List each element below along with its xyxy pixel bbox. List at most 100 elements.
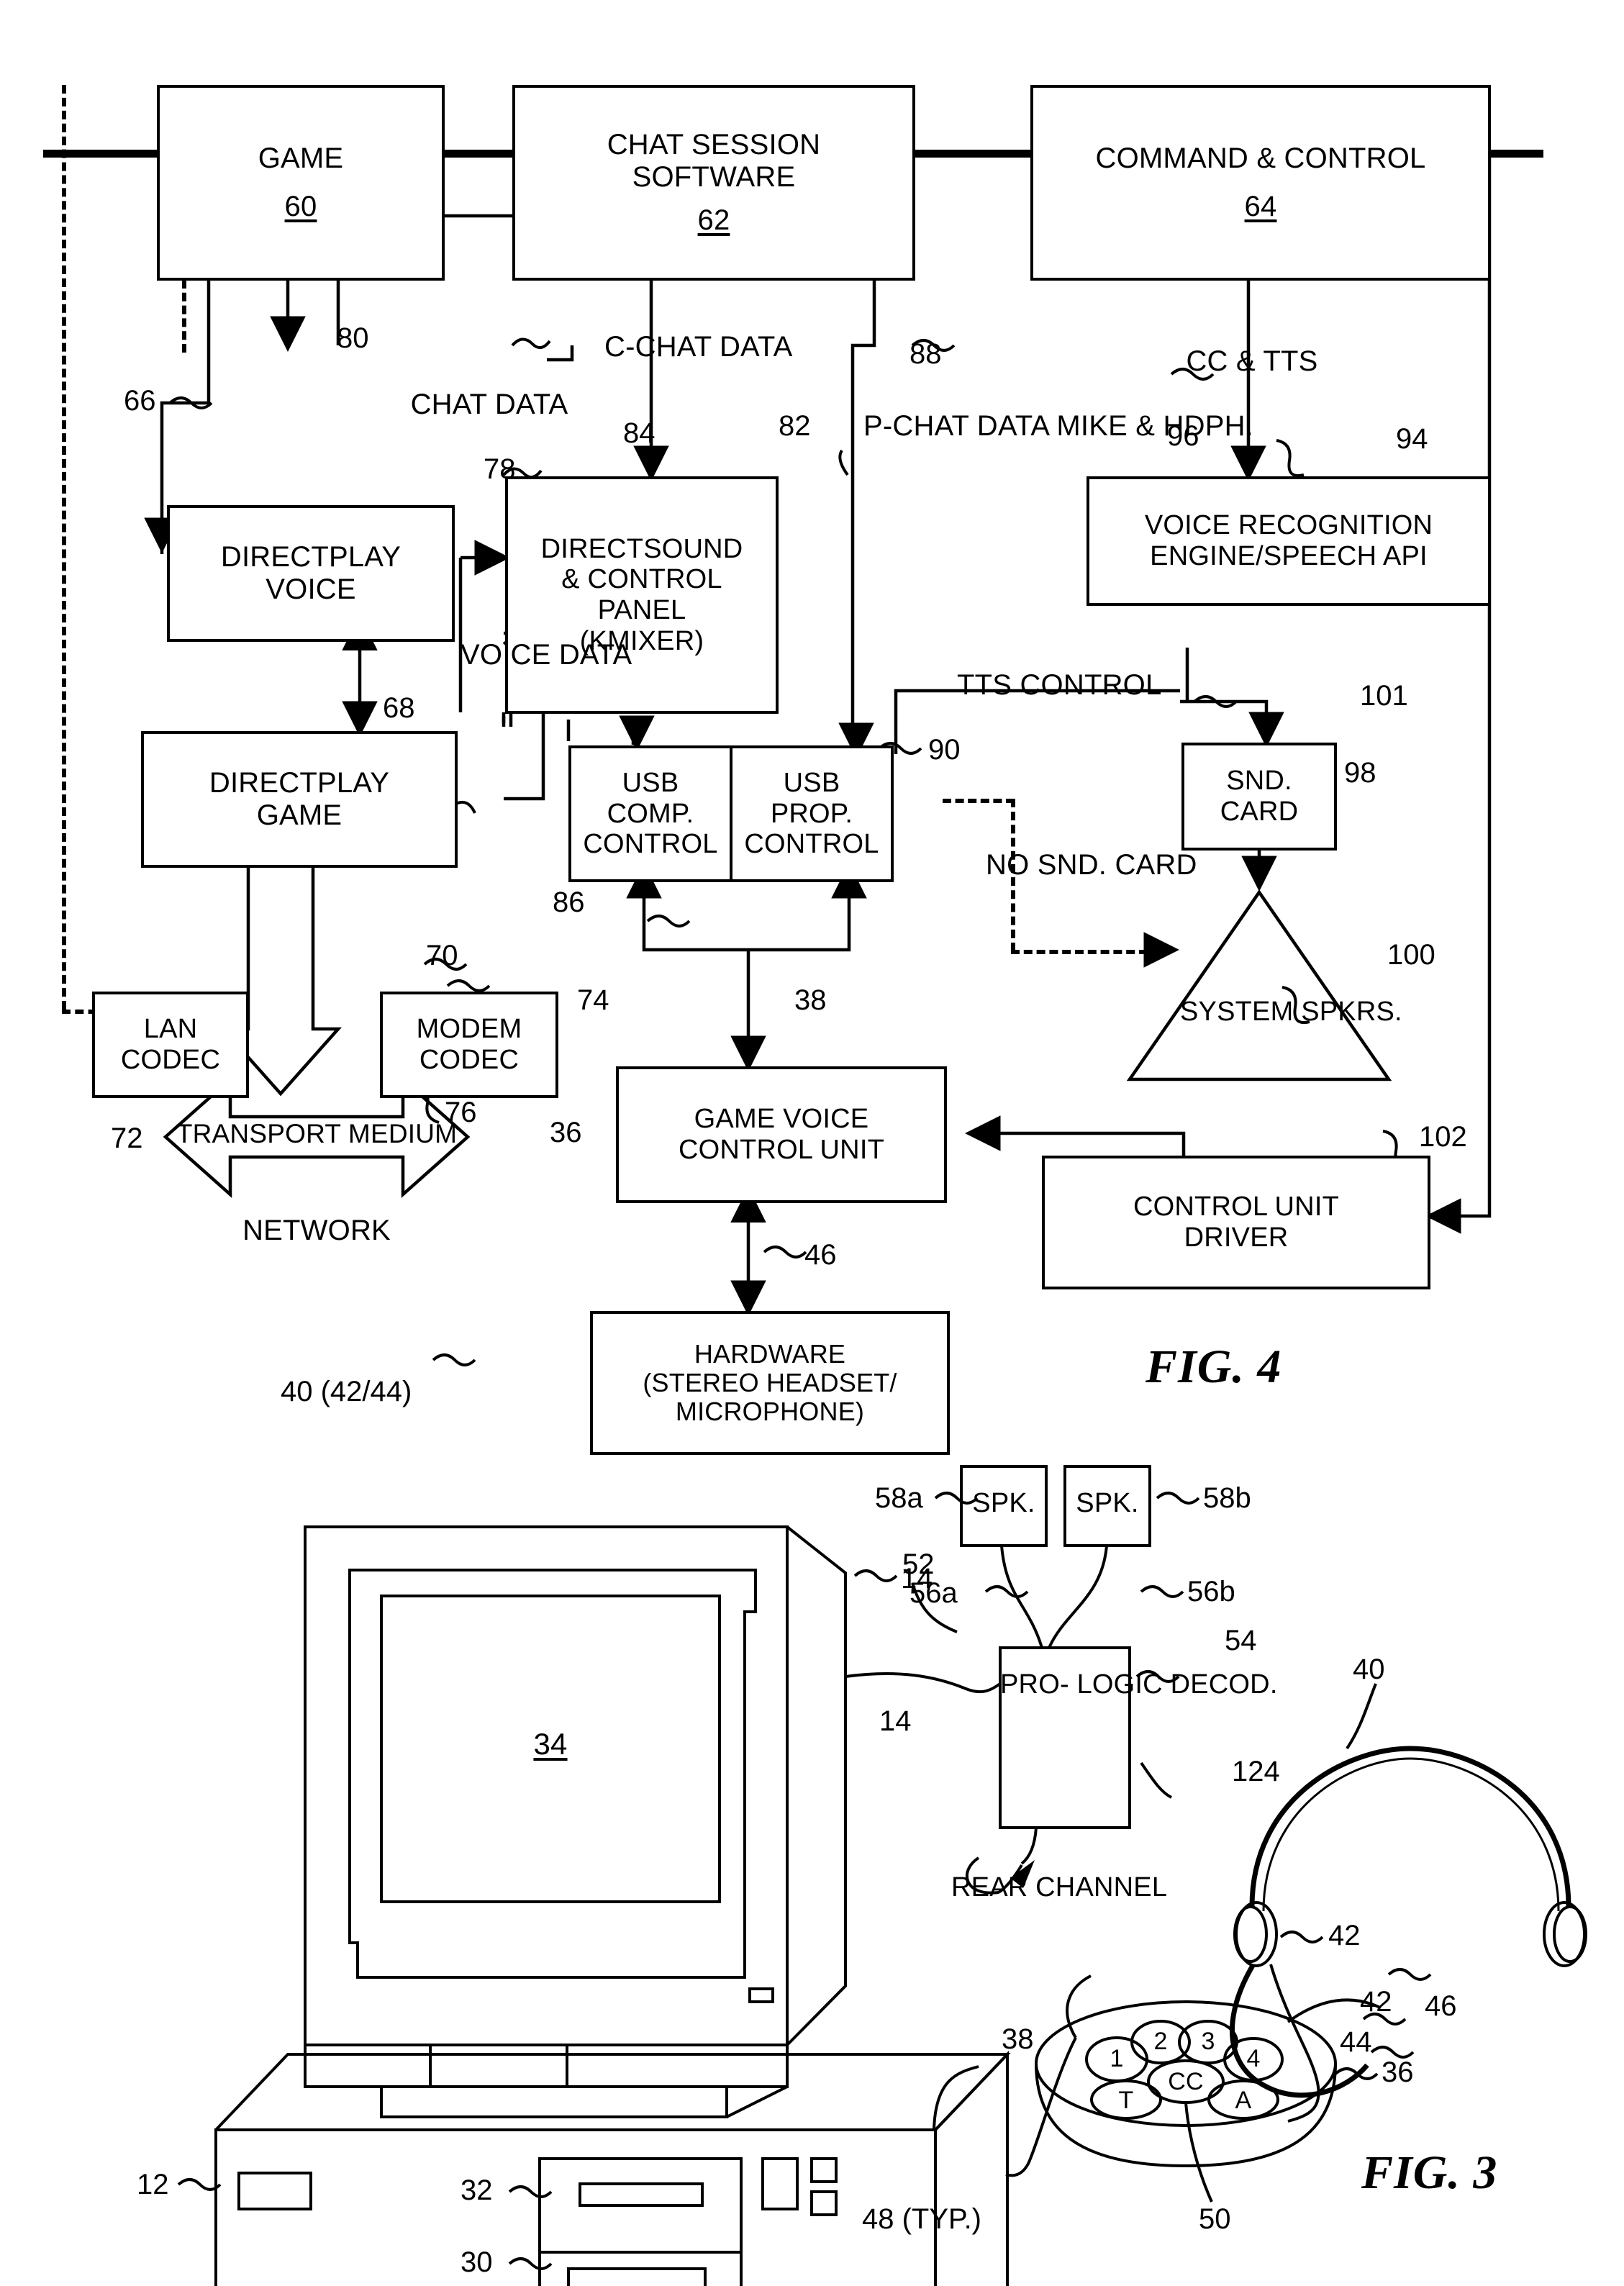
block-chat-line-1: SOFTWARE	[632, 160, 796, 193]
ref-72: 72	[111, 1122, 143, 1154]
ref-94: 94	[1396, 423, 1428, 455]
ref-80: 80	[337, 322, 369, 354]
block-usbcomp-line-2: CONTROL	[583, 829, 718, 860]
label-transport-line-0: TRANSPORT MEDIUM	[176, 1119, 458, 1148]
block-chat-line-0: CHAT SESSION	[607, 128, 821, 160]
block-speaker-left[interactable]: SPK.	[961, 1488, 1046, 1519]
block-lancodec-line-1: CODEC	[120, 1045, 221, 1075]
block-dpgame-line-1: GAME	[256, 799, 343, 831]
ref-70: 70	[426, 940, 458, 971]
block-prologic-decoder[interactable]: PRO- LOGIC DECOD.	[1000, 1669, 1277, 1700]
block-directsound-control-panel[interactable]: DIRECTSOUND & CONTROL PANEL (KMIXER)	[505, 476, 779, 714]
prologic-line-2: DECOD.	[1170, 1669, 1278, 1700]
ref-36-fig4: 36	[550, 1117, 582, 1148]
block-dsound-line-1: & CONTROL	[561, 564, 722, 595]
patent-figure-sheet: GAME 60 CHAT SESSION SOFTWARE 62 COMMAND…	[0, 0, 1624, 2286]
knob-button-2[interactable]: 2	[1146, 2028, 1175, 2055]
ref-82: 82	[779, 410, 811, 442]
block-usb-comp-control[interactable]: USB COMP. CONTROL	[568, 745, 732, 882]
block-chat-ref: 62	[697, 204, 730, 237]
ref-74: 74	[577, 984, 609, 1016]
ref-66: 66	[124, 385, 156, 417]
ref-38: 38	[794, 984, 827, 1016]
block-gvcu-line-1: CONTROL UNIT	[679, 1135, 884, 1165]
figure-3-caption: FIG. 3	[1361, 2146, 1498, 2199]
ref-42b: 42	[1360, 1986, 1392, 2018]
dashed-left-rail	[62, 85, 66, 1010]
block-dsound-line-0: DIRECTSOUND	[540, 533, 743, 564]
block-chat-session-software[interactable]: CHAT SESSION SOFTWARE 62	[512, 85, 915, 281]
ref-46-fig3: 46	[1425, 1990, 1457, 2022]
ref-76: 76	[445, 1097, 477, 1128]
label-tts-control-text: TTS CONTROL	[957, 669, 1162, 701]
block-lan-codec[interactable]: LAN CODEC	[92, 992, 249, 1098]
ref-86: 86	[553, 886, 585, 918]
block-game[interactable]: GAME 60	[157, 85, 445, 281]
ref-102: 102	[1419, 1121, 1467, 1153]
label-sysspkrs-line-1: SPKRS.	[1301, 997, 1402, 1027]
ref-88: 88	[909, 338, 942, 370]
block-vre-line-1: ENGINE/SPEECH API	[1150, 541, 1428, 571]
ref-54: 54	[1225, 1625, 1257, 1656]
block-hardware-line-0: HARDWARE	[694, 1338, 846, 1369]
ref-14: 14	[901, 1563, 933, 1595]
ref-101: 101	[1360, 680, 1408, 712]
ref-42a: 42	[1328, 1920, 1361, 1951]
knob-button-t[interactable]: T	[1112, 2087, 1140, 2114]
ref-44-fig3: 44	[1340, 2026, 1372, 2058]
label-voice-data: VOICE DATA	[461, 639, 632, 671]
label-chat-data: CHAT DATA	[410, 389, 568, 420]
ref-50: 50	[1199, 2203, 1231, 2235]
block-hardware-line-1: (STEREO HEADSET/	[643, 1367, 897, 1397]
label-transport-medium: TRANSPORT MEDIUM	[171, 1119, 462, 1148]
knob-button-a[interactable]: A	[1229, 2087, 1258, 2114]
prologic-line-1: LOGIC	[1076, 1669, 1163, 1700]
block-voice-recognition-engine[interactable]: VOICE RECOGNITION ENGINE/SPEECH API	[1087, 476, 1491, 606]
ref-48-typ: 48 (TYP.)	[862, 2203, 981, 2235]
block-snd-card[interactable]: SND. CARD	[1181, 743, 1337, 851]
block-lancodec-line-0: LAN	[143, 1014, 198, 1045]
block-directplay-game[interactable]: DIRECTPLAY GAME	[141, 731, 458, 868]
ref-56b: 56b	[1187, 1576, 1235, 1607]
dashed-no-snd-rail-top	[943, 799, 1015, 803]
block-usbcomp-line-1: COMP.	[607, 798, 694, 829]
ref-68: 68	[383, 692, 415, 724]
block-vre-line-0: VOICE RECOGNITION	[1144, 510, 1433, 541]
block-hardware-headset[interactable]: HARDWARE (STEREO HEADSET/ MICROPHONE)	[590, 1311, 950, 1455]
ref-40-fig3: 40	[1353, 1654, 1385, 1685]
knob-button-3[interactable]: 3	[1194, 2028, 1222, 2055]
block-command-control[interactable]: COMMAND & CONTROL 64	[1030, 85, 1491, 281]
label-rear-channel: REAR CHANNEL	[951, 1872, 1168, 1902]
block-control-unit-driver[interactable]: CONTROL UNIT DRIVER	[1042, 1156, 1430, 1289]
figure-4-caption: FIG. 4	[1146, 1341, 1282, 1393]
ref-32: 32	[461, 2174, 493, 2206]
ref-78: 78	[484, 453, 516, 485]
block-speaker-right[interactable]: SPK.	[1065, 1488, 1150, 1519]
block-gvcu-line-0: GAME VOICE	[694, 1104, 869, 1135]
ref-90: 90	[928, 734, 961, 766]
block-sndcard-line-0: SND.	[1226, 766, 1292, 797]
ref-96: 96	[1167, 420, 1199, 452]
block-usbprop-line-1: PROP.	[770, 798, 853, 829]
ref-58b: 58b	[1203, 1482, 1251, 1514]
ref-58a: 58a	[875, 1482, 923, 1514]
block-usb-prop-control[interactable]: USB PROP. CONTROL	[730, 745, 894, 882]
block-directplay-voice[interactable]: DIRECTPLAY VOICE	[167, 505, 455, 642]
knob-button-4[interactable]: 4	[1239, 2045, 1268, 2072]
knob-button-1[interactable]: 1	[1102, 2045, 1131, 2072]
ref-12: 12	[137, 2169, 169, 2200]
block-dpvoice-line-1: VOICE	[266, 573, 356, 605]
ref-40-42-44: 40 (42/44)	[281, 1376, 412, 1407]
label-cc-tts: CC & TTS	[1158, 345, 1346, 378]
block-game-line-0: GAME	[258, 142, 344, 175]
label-screen-ref: 34	[533, 1727, 568, 1761]
block-game-voice-control-unit[interactable]: GAME VOICE CONTROL UNIT	[616, 1066, 947, 1203]
block-cmd-line-0: COMMAND & CONTROL	[1095, 142, 1426, 175]
label-c-chat-data: C-CHAT DATA	[604, 331, 793, 363]
block-modemcodec-line-1: CODEC	[419, 1045, 520, 1075]
block-dpvoice-line-0: DIRECTPLAY	[220, 541, 402, 573]
knob-button-cc[interactable]: CC	[1168, 2068, 1204, 2095]
label-no-snd-card: NO SND. CARD	[986, 849, 1197, 881]
label-tts-control: TTS CONTROL	[957, 669, 1216, 702]
block-modem-codec[interactable]: MODEM CODEC	[380, 992, 558, 1098]
